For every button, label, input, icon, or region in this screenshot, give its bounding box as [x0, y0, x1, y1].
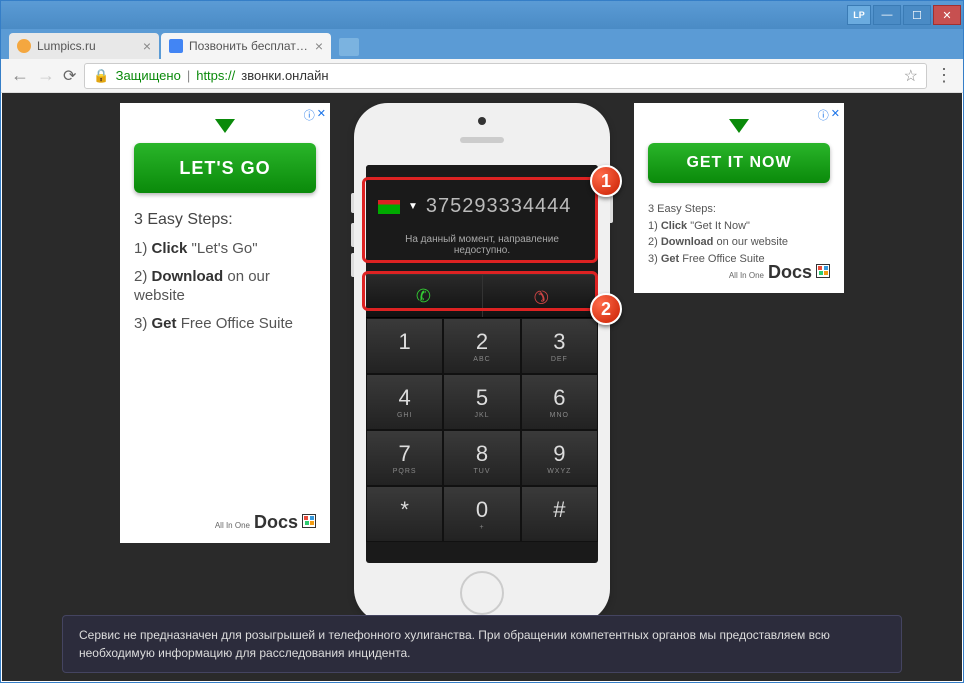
close-button[interactable]: ✕	[933, 5, 961, 25]
ad-info-icon[interactable]: ⓘ	[304, 107, 315, 123]
back-button[interactable]: ←	[11, 65, 29, 86]
keypad-key[interactable]: 5JKL	[443, 374, 520, 430]
number-display: ▼ 375293334444	[366, 179, 598, 226]
lock-icon: 🔒	[93, 68, 109, 84]
phone-screen: ▼ 375293334444 На данный момент, направл…	[366, 165, 598, 563]
ad-close-icon[interactable]: ✕	[831, 107, 840, 123]
forward-button[interactable]: →	[37, 65, 55, 86]
chevron-down-icon[interactable]: ▼	[408, 201, 418, 212]
ad-close-icon[interactable]: ✕	[317, 107, 326, 123]
ad-step: 1) Click "Get It Now"	[648, 218, 830, 235]
disclaimer-text: Сервис не предназначен для розыгрышей и …	[62, 615, 902, 673]
keypad-key[interactable]: #	[521, 486, 598, 542]
new-tab-button[interactable]	[339, 38, 359, 56]
profile-button[interactable]: LP	[847, 5, 871, 25]
keypad-key[interactable]: 1	[366, 318, 443, 374]
favicon-icon	[17, 39, 31, 53]
docs-icon	[816, 264, 830, 278]
maximize-button[interactable]: ☐	[903, 5, 931, 25]
ad-cta-button[interactable]: LET'S GO	[134, 143, 316, 193]
country-flag-icon[interactable]	[378, 200, 400, 214]
status-message: На данный момент, направление недоступно…	[366, 226, 598, 274]
ad-steps-title: 3 Easy Steps:	[648, 201, 830, 218]
keypad-key[interactable]: 8TUV	[443, 430, 520, 486]
ad-info-icon[interactable]: ⓘ	[818, 107, 829, 123]
tab-close-icon[interactable]: ×	[315, 38, 323, 54]
menu-button[interactable]: ⋮	[935, 65, 953, 86]
reload-button[interactable]: ⟳	[63, 66, 76, 86]
annotation-badge: 2	[590, 293, 622, 325]
title-bar: LP — ☐ ✕	[1, 1, 963, 29]
ad-left: ⓘ ✕ LET'S GO 3 Easy Steps: 1) Click "Let…	[120, 103, 330, 543]
minimize-button[interactable]: —	[873, 5, 901, 25]
ad-step: 3) Get Free Office Suite	[134, 314, 316, 334]
phone-number-input[interactable]: 375293334444	[426, 195, 571, 218]
keypad-key[interactable]: 2ABC	[443, 318, 520, 374]
call-button[interactable]: ✆	[366, 275, 483, 317]
page-content: ⓘ ✕ LET'S GO 3 Easy Steps: 1) Click "Let…	[2, 93, 962, 681]
keypad-key[interactable]: *	[366, 486, 443, 542]
ad-cta-button[interactable]: GET IT NOW	[648, 143, 830, 183]
browser-tab[interactable]: Позвонить бесплатно д… ×	[161, 33, 331, 59]
url-input[interactable]: 🔒 Защищено | https://звонки.онлайн ☆	[84, 63, 927, 89]
tab-title: Lumpics.ru	[37, 39, 137, 53]
app-window: LP — ☐ ✕ Lumpics.ru × Позвонить бесплатн…	[0, 0, 964, 683]
tab-strip: Lumpics.ru × Позвонить бесплатно д… ×	[1, 29, 963, 59]
url-host: звонки.онлайн	[241, 68, 328, 83]
speaker-icon	[460, 137, 504, 143]
docs-icon	[302, 514, 316, 528]
favicon-icon	[169, 39, 183, 53]
keypad-key[interactable]: 9WXYZ	[521, 430, 598, 486]
arrow-down-icon	[215, 119, 235, 133]
ad-right: ⓘ ✕ GET IT NOW 3 Easy Steps: 1) Click "G…	[634, 103, 844, 293]
hangup-button[interactable]: ✆	[483, 275, 599, 317]
arrow-down-icon	[729, 119, 749, 133]
home-button[interactable]	[460, 571, 504, 615]
ad-steps-title: 3 Easy Steps:	[134, 211, 316, 229]
camera-icon	[478, 117, 486, 125]
docs-logo: All In One Docs	[215, 512, 316, 533]
phone-icon: ✆	[527, 283, 553, 309]
phone-icon: ✆	[414, 284, 433, 307]
ad-step: 1) Click "Let's Go"	[134, 239, 316, 259]
annotation-badge: 1	[590, 165, 622, 197]
keypad-key[interactable]: 4GHI	[366, 374, 443, 430]
bookmark-icon[interactable]: ☆	[904, 66, 918, 86]
secure-label: Защищено	[116, 68, 181, 83]
keypad-key[interactable]: 0+	[443, 486, 520, 542]
keypad: 12ABC3DEF 4GHI5JKL6MNO 7PQRS8TUV9WXYZ *0+#	[366, 318, 598, 542]
tab-close-icon[interactable]: ×	[143, 38, 151, 54]
address-bar: ← → ⟳ 🔒 Защищено | https://звонки.онлайн…	[1, 59, 963, 93]
ad-step: 2) Download on our website	[648, 234, 830, 251]
phone-mockup: ▼ 375293334444 На данный момент, направл…	[354, 103, 610, 623]
browser-tab[interactable]: Lumpics.ru ×	[9, 33, 159, 59]
keypad-key[interactable]: 3DEF	[521, 318, 598, 374]
keypad-key[interactable]: 7PQRS	[366, 430, 443, 486]
tab-title: Позвонить бесплатно д…	[189, 39, 309, 53]
url-protocol: https://	[196, 68, 235, 83]
docs-logo: All In One Docs	[729, 262, 830, 283]
ad-step: 2) Download on our website	[134, 267, 316, 306]
keypad-key[interactable]: 6MNO	[521, 374, 598, 430]
